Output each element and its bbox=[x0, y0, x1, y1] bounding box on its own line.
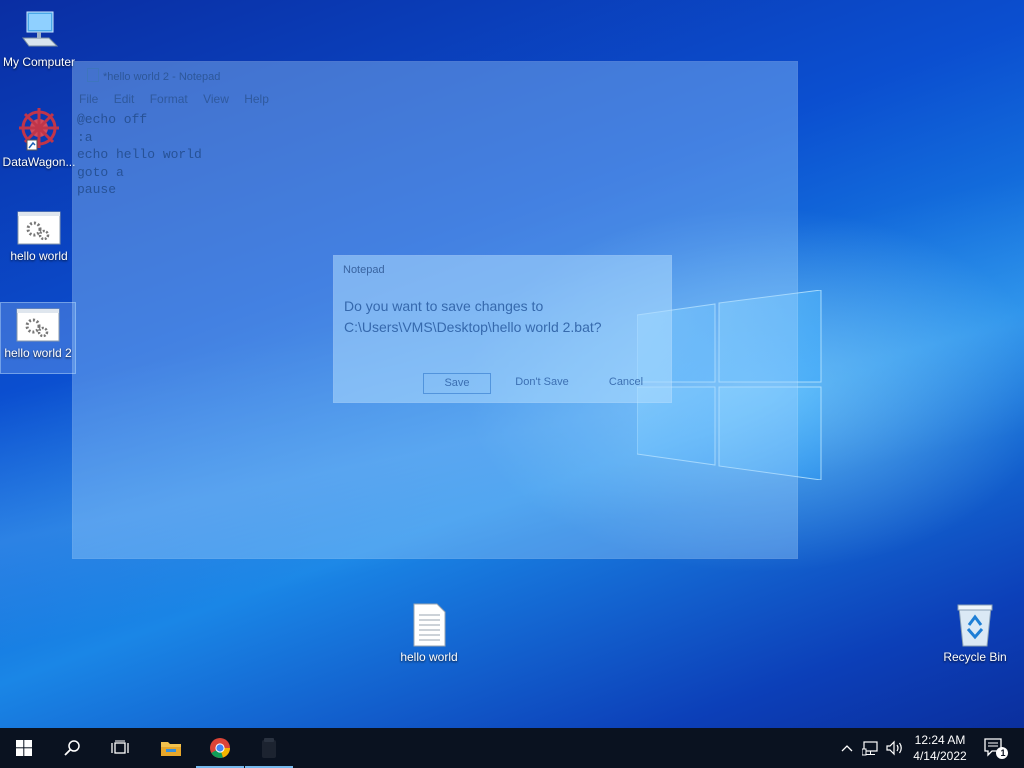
desktop-icon-hello-world-txt[interactable]: hello world bbox=[392, 603, 466, 664]
dialog-message-line2: C:\Users\VMS\Desktop\hello world 2.bat? bbox=[344, 319, 602, 335]
desktop-icon-my-computer[interactable]: My Computer bbox=[2, 8, 76, 69]
chrome-icon bbox=[210, 738, 230, 758]
desktop-icon-label: hello world bbox=[10, 249, 68, 263]
desktop-icon-label: hello world bbox=[400, 650, 458, 664]
text-document-icon bbox=[413, 603, 446, 647]
menu-format[interactable]: Format bbox=[150, 92, 188, 106]
show-hidden-icons-button[interactable] bbox=[838, 728, 856, 768]
dialog-message-line1: Do you want to save changes to bbox=[344, 298, 544, 314]
save-button[interactable]: Save bbox=[423, 373, 491, 394]
notepad-taskbar-icon bbox=[262, 738, 276, 758]
dont-save-button[interactable]: Don't Save bbox=[504, 373, 580, 392]
desktop-icon-hello-world-2-bat[interactable]: hello world 2 bbox=[0, 302, 76, 374]
save-changes-dialog[interactable]: Notepad Do you want to save changes to C… bbox=[334, 256, 671, 402]
clock-date: 4/14/2022 bbox=[913, 749, 967, 763]
menu-help[interactable]: Help bbox=[244, 92, 269, 106]
desktop-icon-label: DataWagon... bbox=[2, 155, 76, 169]
desktop-icon-label: Recycle Bin bbox=[943, 650, 1007, 664]
menu-edit[interactable]: Edit bbox=[114, 92, 135, 106]
menu-file[interactable]: File bbox=[79, 92, 98, 106]
file-explorer-button[interactable] bbox=[147, 728, 195, 768]
desktop-icon-label: My Computer bbox=[2, 55, 76, 69]
batch-file-icon bbox=[17, 211, 61, 245]
menu-bar: File Edit Format View Help bbox=[79, 92, 281, 106]
desktop-icon-hello-world-bat[interactable]: hello world bbox=[2, 210, 76, 263]
task-view-button[interactable] bbox=[96, 728, 144, 768]
search-button[interactable] bbox=[48, 728, 96, 768]
recycle-bin-icon bbox=[957, 604, 993, 647]
start-button[interactable] bbox=[0, 728, 48, 768]
action-center-button[interactable]: 1 bbox=[978, 728, 1014, 768]
network-icon bbox=[862, 741, 878, 756]
datawagon-icon bbox=[19, 108, 59, 151]
network-button[interactable] bbox=[860, 728, 882, 768]
windows-start-icon bbox=[16, 740, 32, 756]
search-icon bbox=[64, 740, 80, 756]
notification-count-badge: 1 bbox=[1000, 748, 1006, 758]
taskbar: 12:24 AM 4/14/2022 1 bbox=[0, 728, 1024, 768]
dialog-title: Notepad bbox=[343, 264, 385, 276]
clock-time: 12:24 AM bbox=[914, 733, 966, 747]
editor-text-area[interactable]: @echo off :a echo hello world goto a pau… bbox=[77, 111, 202, 199]
chrome-taskbar-button[interactable] bbox=[196, 728, 244, 768]
desktop-icon-datawagon[interactable]: DataWagon... bbox=[2, 106, 76, 169]
batch-file-icon bbox=[16, 308, 60, 342]
volume-button[interactable] bbox=[884, 728, 906, 768]
desktop-icon-recycle-bin[interactable]: Recycle Bin bbox=[938, 603, 1012, 664]
speaker-icon bbox=[886, 740, 902, 756]
dialog-message: Do you want to save changes to C:\Users\… bbox=[344, 296, 602, 338]
task-view-icon bbox=[111, 740, 129, 754]
notepad-taskbar-button[interactable] bbox=[245, 728, 293, 768]
menu-view[interactable]: View bbox=[203, 92, 229, 106]
file-explorer-icon bbox=[161, 742, 181, 756]
notepad-title-bar[interactable]: *hello world 2 - Notepad bbox=[87, 68, 220, 83]
notepad-icon bbox=[87, 68, 99, 82]
desktop-icon-label: hello world 2 bbox=[4, 346, 72, 360]
system-clock[interactable]: 12:24 AM 4/14/2022 bbox=[905, 732, 975, 764]
cancel-button[interactable]: Cancel bbox=[593, 373, 659, 392]
chevron-up-icon bbox=[841, 745, 853, 752]
computer-icon bbox=[22, 11, 59, 47]
window-title: *hello world 2 - Notepad bbox=[103, 71, 221, 83]
